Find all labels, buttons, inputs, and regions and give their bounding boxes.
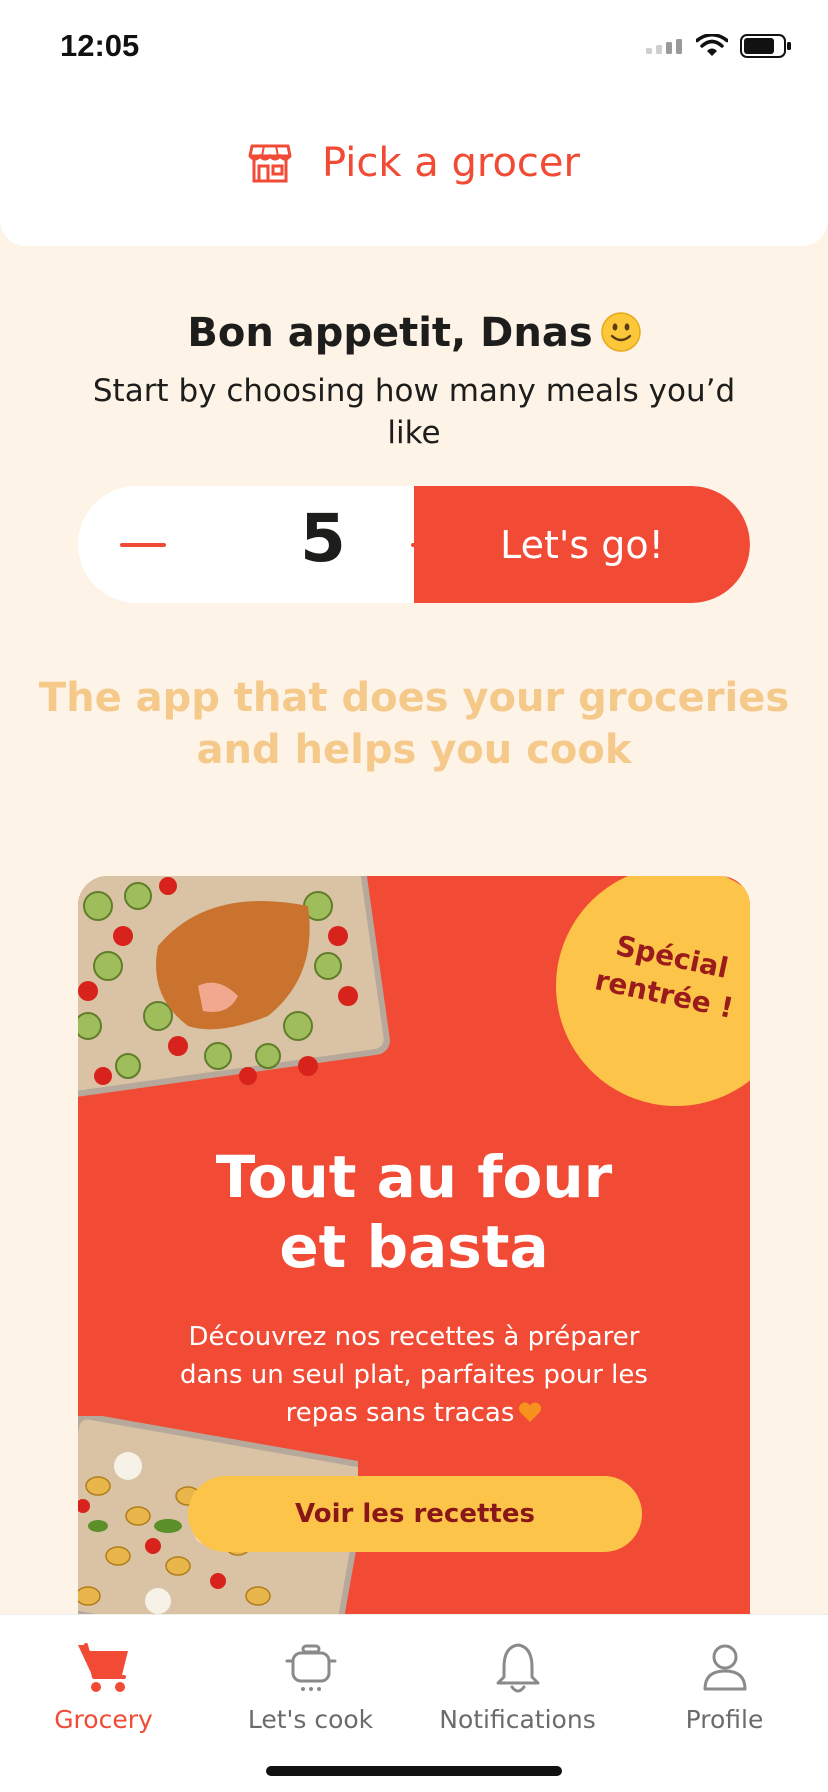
tab-grocery-label: Grocery xyxy=(54,1705,153,1734)
app-screen: Pick a grocer 12:05 Bon appetit, Dnas St… xyxy=(0,0,828,1792)
greeting-subtitle: Start by choosing how many meals you’d l… xyxy=(92,373,736,451)
promo-title-line-1: Tout au four xyxy=(215,1143,613,1211)
cart-icon xyxy=(77,1643,128,1692)
tab-lets-cook-label: Let's cook xyxy=(247,1705,374,1734)
promo-body: Découvrez nos recettes à préparer dans u… xyxy=(158,1318,670,1432)
roasted-salmon-tray-image xyxy=(78,876,390,1097)
home-indicator xyxy=(266,1766,562,1776)
minus-icon[interactable] xyxy=(108,510,178,580)
promo-body-text: Découvrez nos recettes à préparer dans u… xyxy=(180,1322,648,1428)
greeting-text: Bon appetit, Dnas xyxy=(187,310,593,356)
lets-go-button[interactable]: Let's go! xyxy=(414,486,750,603)
meal-count-stepper: 5 Let's go! xyxy=(78,486,750,603)
promo-title-line-2: et basta xyxy=(279,1213,549,1281)
greeting-title: Bon appetit, Dnas xyxy=(0,310,828,356)
tab-grocery[interactable]: Grocery xyxy=(0,1637,207,1734)
status-time: 12:05 xyxy=(60,28,140,63)
orange-heart-icon xyxy=(519,1402,542,1422)
battery-icon xyxy=(740,34,791,58)
promo-card[interactable]: Spécial rentrée ! Tout au four et basta … xyxy=(78,876,750,1636)
smiley-face-icon xyxy=(600,312,641,352)
app-tagline: The app that does your groceries and hel… xyxy=(38,675,790,773)
cooking-pot-icon xyxy=(285,1644,336,1691)
meal-count-value: 5 xyxy=(300,500,346,577)
bell-icon xyxy=(496,1643,539,1693)
status-bar: 12:05 xyxy=(0,0,828,100)
tab-lets-cook[interactable]: Let's cook xyxy=(207,1637,414,1734)
pick-grocer-label: Pick a grocer xyxy=(322,140,580,186)
see-recipes-button[interactable]: Voir les recettes xyxy=(188,1476,642,1552)
wifi-icon xyxy=(696,34,728,56)
promo-title: Tout au four et basta xyxy=(118,1142,710,1282)
tab-profile[interactable]: Profile xyxy=(621,1637,828,1734)
person-icon xyxy=(703,1644,746,1691)
pick-grocer-button[interactable]: Pick a grocer xyxy=(0,140,828,186)
tab-notifications-label: Notifications xyxy=(439,1705,596,1734)
status-icons xyxy=(646,34,792,58)
tab-notifications[interactable]: Notifications xyxy=(414,1637,621,1734)
cellular-signal-icon xyxy=(646,39,682,54)
tab-profile-label: Profile xyxy=(685,1705,764,1734)
store-icon xyxy=(248,144,292,183)
